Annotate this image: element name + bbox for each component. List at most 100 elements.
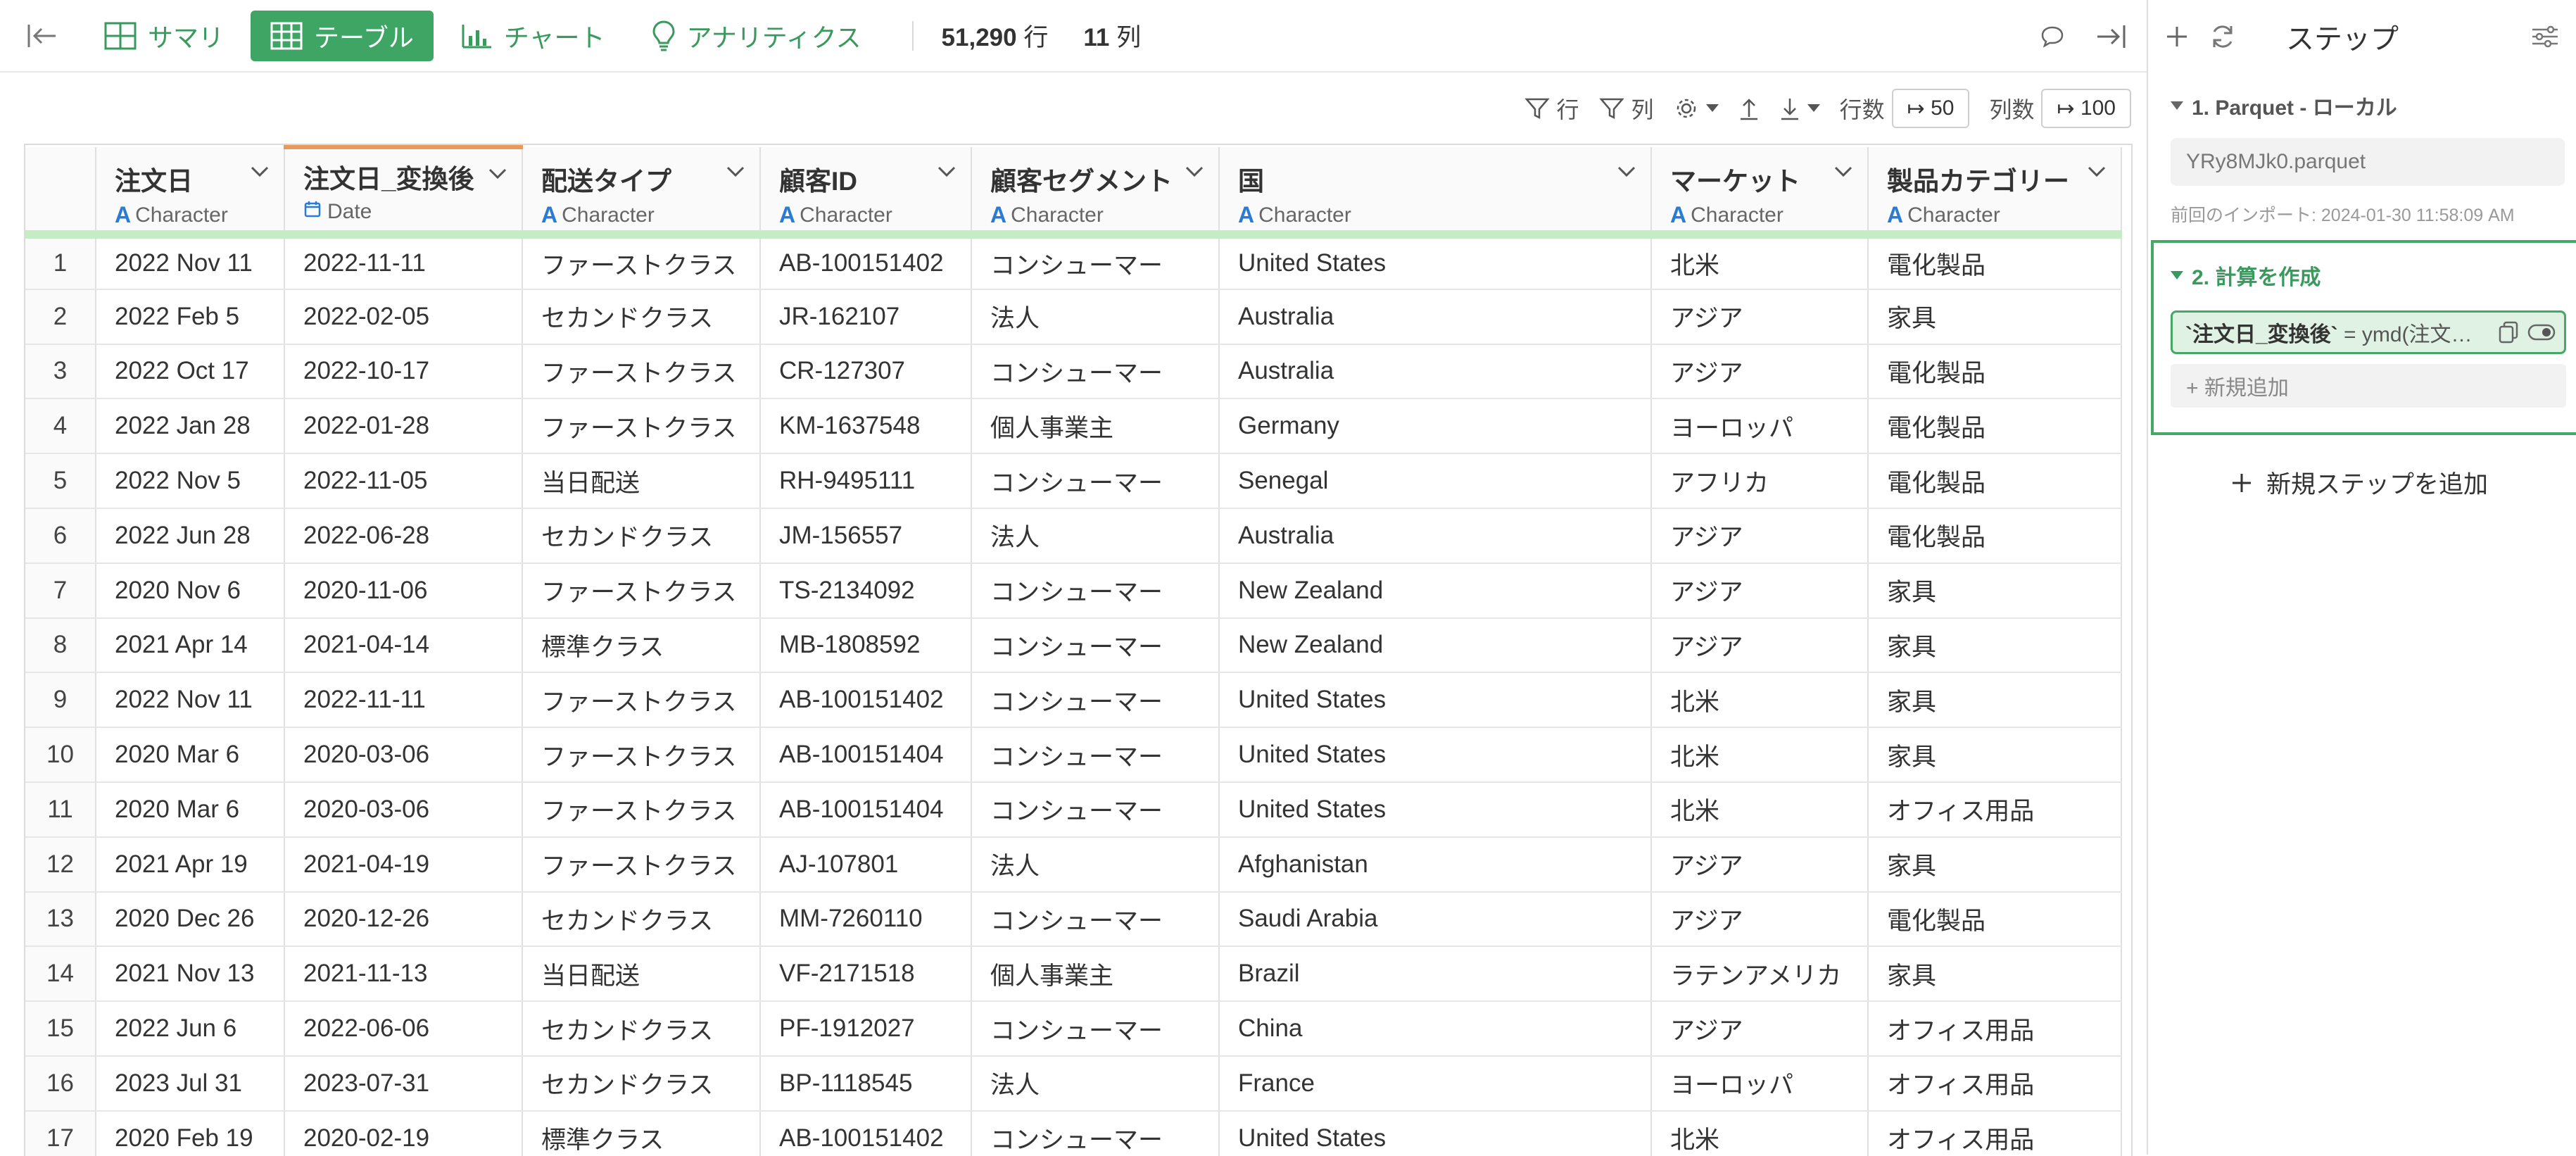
table-cell[interactable]: 2022-02-05 [284, 289, 523, 345]
table-cell[interactable]: 北米 [1651, 672, 1869, 729]
table-cell[interactable]: 2022 Oct 17 [96, 344, 285, 400]
table-cell[interactable]: コンシューマー [971, 234, 1220, 290]
table-cell[interactable]: セカンドクラス [522, 289, 761, 345]
table-cell[interactable]: PF-1912027 [760, 1001, 972, 1057]
table-cell[interactable]: JM-156557 [760, 508, 972, 564]
table-cell[interactable]: アジア [1651, 508, 1869, 564]
column-header[interactable]: 注文日_変換後 Date [284, 145, 523, 239]
table-cell[interactable]: 家具 [1868, 289, 2122, 345]
table-cell[interactable]: 2022-01-28 [284, 398, 523, 455]
table-cell[interactable]: TS-2134092 [760, 563, 972, 619]
tab-analytics[interactable]: アナリティクス [632, 11, 881, 61]
table-cell[interactable]: 法人 [971, 836, 1220, 893]
table-cell[interactable]: 法人 [971, 289, 1220, 345]
table-cell[interactable]: 標準クラス [522, 617, 761, 674]
table-cell[interactable]: 2020-12-26 [284, 891, 523, 948]
table-cell[interactable]: ファーストクラス [522, 563, 761, 619]
table-cell[interactable]: Australia [1219, 344, 1652, 400]
table-cell[interactable]: AB-100151404 [760, 781, 972, 838]
table-cell[interactable]: ヨーロッパ [1651, 1055, 1869, 1112]
step2-title[interactable]: 2. 計算を作成 [2171, 260, 2566, 291]
column-header[interactable]: 顧客ID A Character [760, 147, 972, 239]
add-new-calculation-button[interactable]: + 新規追加 [2171, 364, 2566, 408]
settings-dropdown[interactable] [1674, 96, 1719, 121]
table-cell[interactable]: 家具 [1868, 617, 2122, 674]
table-cell[interactable]: AJ-107801 [760, 836, 972, 893]
table-cell[interactable]: 2021 Apr 14 [96, 617, 285, 674]
table-cell[interactable]: 2022-10-17 [284, 344, 523, 400]
chevron-down-icon[interactable] [726, 165, 745, 182]
table-cell[interactable]: United States [1219, 1110, 1652, 1156]
table-cell[interactable]: 2021-04-14 [284, 617, 523, 674]
table-cell[interactable]: Brazil [1219, 946, 1652, 1003]
table-cell[interactable]: コンシューマー [971, 563, 1220, 619]
table-cell[interactable]: China [1219, 1001, 1652, 1057]
table-cell[interactable]: 2023-07-31 [284, 1055, 523, 1112]
table-cell[interactable]: 2020 Nov 6 [96, 563, 285, 619]
table-cell[interactable]: 個人事業主 [971, 398, 1220, 455]
table-cell[interactable]: AB-100151402 [760, 672, 972, 729]
table-cell[interactable]: 電化製品 [1868, 234, 2122, 290]
table-cell[interactable]: AB-100151402 [760, 1110, 972, 1156]
table-cell[interactable]: オフィス用品 [1868, 1110, 2122, 1156]
table-cell[interactable]: Germany [1219, 398, 1652, 455]
table-cell[interactable]: ファーストクラス [522, 727, 761, 783]
table-cell[interactable]: 標準クラス [522, 1110, 761, 1156]
table-cell[interactable]: セカンドクラス [522, 1001, 761, 1057]
table-cell[interactable]: 2022 Nov 5 [96, 453, 285, 509]
table-cell[interactable]: 2022 Nov 11 [96, 672, 285, 729]
table-cell[interactable]: France [1219, 1055, 1652, 1112]
table-cell[interactable]: 2022-11-05 [284, 453, 523, 509]
table-cell[interactable]: アジア [1651, 1001, 1869, 1057]
table-cell[interactable]: 法人 [971, 508, 1220, 564]
plus-icon[interactable] [2165, 25, 2189, 49]
tab-chart[interactable]: チャート [441, 11, 625, 61]
table-cell[interactable]: 法人 [971, 1055, 1220, 1112]
table-cell[interactable]: Afghanistan [1219, 836, 1652, 893]
table-cell[interactable]: United States [1219, 234, 1652, 290]
table-cell[interactable]: 2020 Feb 19 [96, 1110, 285, 1156]
column-header[interactable]: 製品カテゴリー A Character [1868, 147, 2122, 239]
chevron-down-icon[interactable] [1617, 165, 1636, 182]
table-cell[interactable]: Australia [1219, 289, 1652, 345]
download-dropdown[interactable] [1779, 96, 1820, 121]
table-cell[interactable]: アジア [1651, 891, 1869, 948]
upload-button[interactable] [1738, 96, 1760, 121]
table-cell[interactable]: AB-100151404 [760, 727, 972, 783]
row-filter-button[interactable]: 行 [1524, 92, 1579, 125]
table-cell[interactable]: セカンドクラス [522, 1055, 761, 1112]
table-cell[interactable]: コンシューマー [971, 781, 1220, 838]
table-cell[interactable]: United States [1219, 727, 1652, 783]
table-cell[interactable]: ファーストクラス [522, 234, 761, 290]
column-header[interactable]: 顧客セグメント A Character [971, 147, 1220, 239]
tab-table[interactable]: テーブル [251, 10, 434, 61]
table-cell[interactable]: ヨーロッパ [1651, 398, 1869, 455]
table-cell[interactable]: 家具 [1868, 672, 2122, 729]
table-cell[interactable]: 2022 Jun 6 [96, 1001, 285, 1057]
table-cell[interactable]: 2020-03-06 [284, 727, 523, 783]
table-cell[interactable]: 2021 Apr 19 [96, 836, 285, 893]
tab-summary[interactable]: サマリ [84, 11, 244, 61]
table-cell[interactable]: コンシューマー [971, 344, 1220, 400]
collapse-right-icon[interactable] [2095, 23, 2127, 51]
table-cell[interactable]: 2022 Jun 28 [96, 508, 285, 564]
table-cell[interactable]: ファーストクラス [522, 836, 761, 893]
table-cell[interactable]: 2020 Mar 6 [96, 727, 285, 783]
table-cell[interactable]: 2022-11-11 [284, 234, 523, 290]
table-cell[interactable]: アフリカ [1651, 453, 1869, 509]
table-cell[interactable]: New Zealand [1219, 563, 1652, 619]
table-cell[interactable]: 個人事業主 [971, 946, 1220, 1003]
table-cell[interactable]: 2021-11-13 [284, 946, 523, 1003]
table-cell[interactable]: 2021 Nov 13 [96, 946, 285, 1003]
table-cell[interactable]: アジア [1651, 836, 1869, 893]
collapse-left-icon[interactable] [0, 22, 84, 50]
table-cell[interactable]: 2022 Jan 28 [96, 398, 285, 455]
table-cell[interactable]: アジア [1651, 617, 1869, 674]
step-parquet-local[interactable]: 1. Parquet - ローカル YRy8MJk0.parquet 前回のイン… [2171, 90, 2565, 227]
table-cell[interactable]: セカンドクラス [522, 891, 761, 948]
table-cell[interactable]: オフィス用品 [1868, 1001, 2122, 1057]
table-cell[interactable]: JR-162107 [760, 289, 972, 345]
rows-input[interactable]: ↦ 50 [1891, 89, 1970, 128]
chevron-down-icon[interactable] [1185, 165, 1204, 182]
table-cell[interactable]: 2021-04-19 [284, 836, 523, 893]
